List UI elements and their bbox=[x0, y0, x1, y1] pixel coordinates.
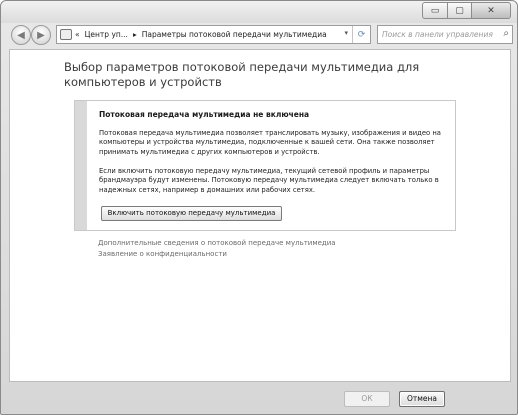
panel-accent-bar bbox=[75, 101, 87, 230]
breadcrumb-media-streaming[interactable]: Параметры потоковой передачи мультимедиа bbox=[142, 30, 327, 39]
ok-button[interactable]: ОК bbox=[344, 391, 390, 407]
content-area: Выбор параметров потоковой передачи муль… bbox=[9, 49, 511, 382]
control-panel-icon bbox=[60, 29, 72, 40]
panel-heading: Потоковая передача мультимедиа не включе… bbox=[99, 110, 310, 119]
enable-streaming-button[interactable]: Включить потоковую передачу мультимедиа bbox=[101, 206, 282, 221]
maximize-button[interactable]: ▢ bbox=[447, 2, 471, 19]
breadcrumb-overflow[interactable]: « bbox=[75, 30, 80, 39]
address-dropdown-icon[interactable]: ▾ bbox=[344, 29, 348, 37]
panel-warning: Если включить потоковую передачу мультим… bbox=[99, 167, 439, 194]
arrow-left-icon: ◀ bbox=[17, 29, 25, 41]
page-title: Выбор параметров потоковой передачи муль… bbox=[64, 60, 420, 89]
title-bar[interactable]: ▭ ▢ ✕ bbox=[1, 1, 517, 23]
search-box[interactable]: Поиск в панели управления ⌕ bbox=[377, 25, 513, 44]
address-bar[interactable]: « Центр уп... ▸ Параметры потоковой пере… bbox=[56, 25, 371, 44]
dialog-buttons: ОК Отмена bbox=[1, 383, 517, 416]
minimize-button[interactable]: ▭ bbox=[422, 2, 447, 19]
more-info-link[interactable]: Дополнительные сведения о потоковой пере… bbox=[98, 239, 336, 247]
refresh-icon[interactable]: ⟳ bbox=[352, 26, 370, 43]
window: ▭ ▢ ✕ ◀ ▶ « Центр уп... ▸ Параметры пото… bbox=[0, 0, 518, 415]
breadcrumb-control-center[interactable]: Центр уп... bbox=[85, 30, 128, 39]
back-button[interactable]: ◀ bbox=[11, 25, 31, 45]
breadcrumb-separator-icon[interactable]: ▸ bbox=[133, 30, 137, 39]
minimize-icon: ▭ bbox=[430, 5, 440, 16]
search-placeholder: Поиск в панели управления bbox=[382, 30, 493, 39]
arrow-right-icon: ▶ bbox=[37, 29, 45, 41]
close-icon: ✕ bbox=[487, 5, 495, 16]
maximize-icon: ▢ bbox=[455, 5, 464, 16]
panel-description: Потоковая передача мультимедиа позволяет… bbox=[99, 129, 441, 156]
close-button[interactable]: ✕ bbox=[471, 2, 511, 19]
caption-buttons: ▭ ▢ ✕ bbox=[422, 2, 511, 19]
forward-button[interactable]: ▶ bbox=[31, 25, 51, 45]
privacy-link[interactable]: Заявление о конфиденциальности bbox=[98, 250, 227, 258]
streaming-status-panel: Потоковая передача мультимедиа не включе… bbox=[74, 100, 456, 231]
navigation-bar: ◀ ▶ « Центр уп... ▸ Параметры потоковой … bbox=[1, 23, 517, 47]
cancel-button[interactable]: Отмена bbox=[399, 391, 445, 407]
search-icon[interactable]: ⌕ bbox=[503, 28, 509, 39]
